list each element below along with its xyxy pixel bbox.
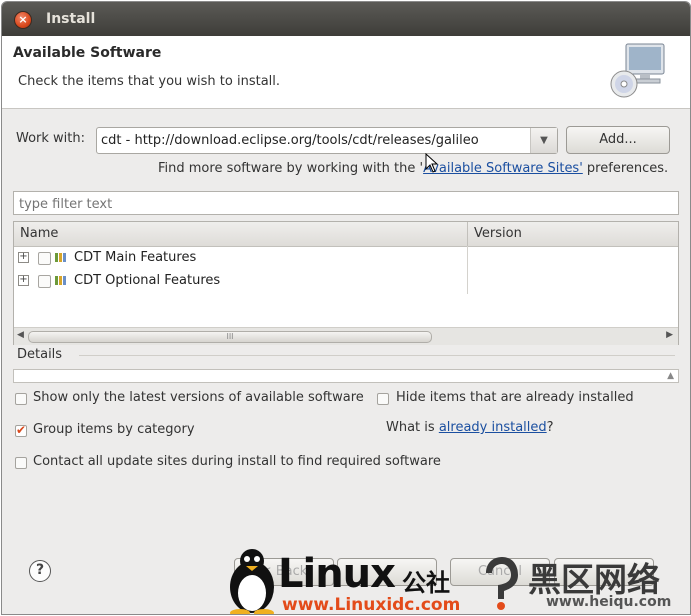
contact-all-label: Contact all update sites during install … — [33, 454, 441, 469]
details-box: ▲ — [13, 369, 679, 383]
row-checkbox[interactable] — [38, 275, 51, 288]
details-divider — [79, 355, 675, 356]
chevron-down-icon[interactable]: ▼ — [530, 128, 557, 153]
what-is-suffix: ? — [546, 420, 554, 435]
show-latest-label: Show only the latest versions of availab… — [33, 390, 364, 405]
column-name[interactable]: Name — [20, 226, 58, 241]
watermark-right-url: www.heiqu.com — [546, 594, 672, 610]
help-icon[interactable]: ? — [29, 560, 51, 582]
find-more-suffix: preferences. — [582, 161, 669, 176]
find-more-prefix: Find more software by working with the ' — [158, 161, 424, 176]
what-is-installed-text: What is already installed? — [386, 420, 554, 435]
scroll-right-icon[interactable]: ▶ — [666, 330, 673, 340]
resize-grip-icon[interactable]: ▲ — [667, 371, 674, 381]
scroll-left-icon[interactable]: ◀ — [17, 330, 24, 340]
tree-row[interactable]: + CDT Main Features — [14, 247, 467, 269]
show-latest-checkbox[interactable] — [15, 393, 27, 405]
install-software-icon — [610, 43, 665, 98]
back-button[interactable]: < Back — [234, 558, 334, 586]
group-by-category-checkbox[interactable] — [15, 423, 27, 437]
cancel-button[interactable]: Cancel — [450, 558, 550, 586]
available-software-sites-link[interactable]: Available Software Sites' — [423, 161, 583, 176]
row-label: CDT Main Features — [74, 250, 197, 265]
install-dialog: × Install Available Software Check the i… — [1, 1, 691, 615]
hide-installed-checkbox[interactable] — [377, 393, 389, 405]
filter-input[interactable] — [17, 193, 661, 215]
page-description: Check the items that you wish to install… — [18, 74, 281, 89]
work-with-value: cdt - http://download.eclipse.org/tools/… — [101, 133, 479, 148]
expand-icon[interactable]: + — [18, 252, 29, 263]
software-tree: Name Version + CDT Main Features + CDT O… — [13, 221, 679, 345]
wizard-header: Available Software Check the items that … — [2, 36, 690, 109]
mouse-cursor-icon — [425, 153, 439, 173]
find-more-text: Find more software by working with the '… — [158, 161, 668, 176]
details-label: Details — [17, 347, 63, 362]
group-by-category-label: Group items by category — [33, 422, 195, 437]
title-bar: × Install — [2, 2, 690, 36]
what-is-prefix: What is — [386, 420, 439, 435]
page-title: Available Software — [13, 45, 162, 61]
tree-header: Name Version — [14, 222, 678, 247]
tree-row[interactable]: + CDT Optional Features — [14, 270, 467, 292]
watermark-url: www.Linuxidc.com — [282, 595, 461, 615]
already-installed-link[interactable]: already installed — [439, 420, 547, 435]
work-with-combo[interactable]: cdt - http://download.eclipse.org/tools/… — [96, 127, 558, 154]
scrollbar-thumb[interactable]: III — [28, 331, 432, 343]
work-with-label: Work with: — [16, 131, 86, 146]
row-checkbox[interactable] — [38, 252, 51, 265]
feature-icon — [55, 253, 66, 262]
expand-icon[interactable]: + — [18, 275, 29, 286]
next-button[interactable] — [337, 558, 437, 586]
horizontal-scrollbar[interactable]: ◀ III ▶ — [14, 327, 678, 345]
filter-field[interactable] — [13, 191, 679, 215]
column-version[interactable]: Version — [474, 226, 522, 241]
details-section: Details ▲ — [13, 345, 679, 383]
feature-icon — [55, 276, 66, 285]
hide-installed-label: Hide items that are already installed — [396, 390, 634, 405]
close-icon[interactable]: × — [14, 11, 32, 29]
row-label: CDT Optional Features — [74, 273, 221, 288]
contact-all-checkbox[interactable] — [15, 457, 27, 469]
finish-button[interactable] — [554, 558, 654, 586]
add-button[interactable]: Add... — [566, 126, 670, 154]
window-title: Install — [46, 11, 96, 27]
